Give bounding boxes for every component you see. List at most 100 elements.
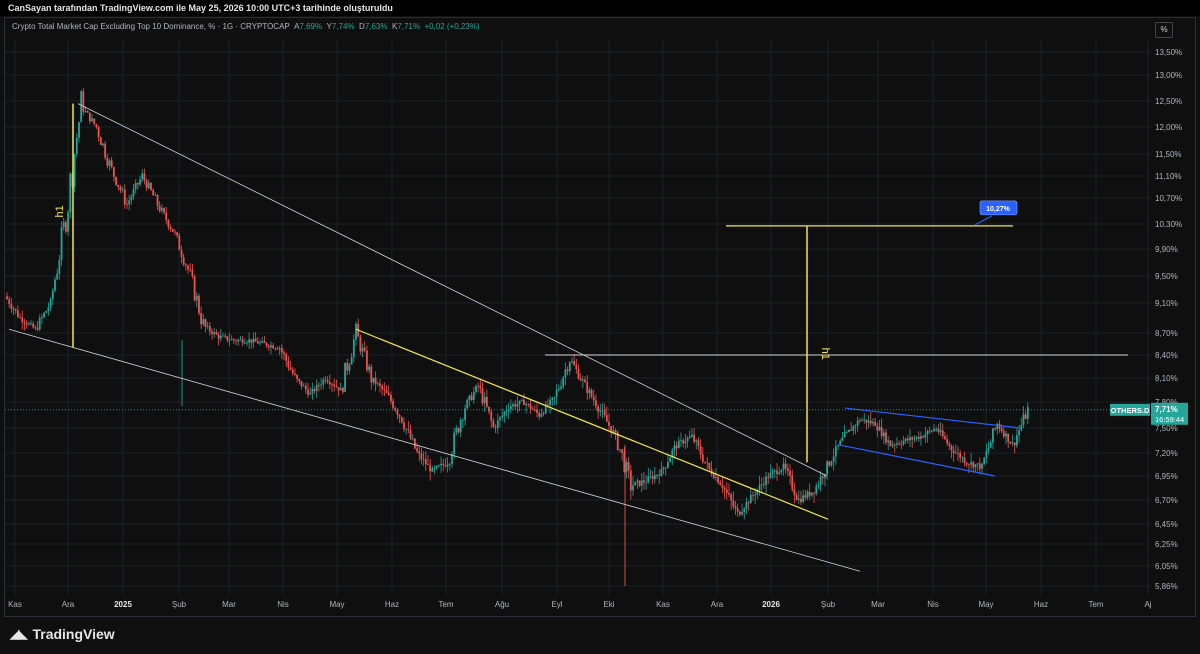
candle-body <box>551 397 554 400</box>
candle-body <box>481 387 484 404</box>
candle-body <box>627 462 630 471</box>
candle-body <box>178 235 181 251</box>
candle-body <box>896 443 898 445</box>
candle-body <box>143 173 146 181</box>
candle-body <box>110 160 113 168</box>
candle-body <box>1016 435 1018 446</box>
candle-body <box>383 389 386 391</box>
candle-body <box>287 360 290 368</box>
candle-body <box>289 367 292 370</box>
candle-body <box>749 494 752 504</box>
candle-body <box>691 434 693 437</box>
candle-body <box>791 475 794 490</box>
candle-body <box>762 484 765 486</box>
candle-body <box>25 323 28 325</box>
y-tick-label: 7,50% <box>1155 424 1178 433</box>
candle-body <box>653 475 656 480</box>
candle-body <box>6 296 8 300</box>
candle-body <box>132 188 135 197</box>
candle-body <box>366 350 368 371</box>
candle-body <box>475 385 477 393</box>
candle-body <box>246 342 248 344</box>
candle-body <box>91 118 93 122</box>
candle-body <box>566 369 569 372</box>
candle-body <box>413 438 416 449</box>
candle-body <box>509 406 512 410</box>
candle-body <box>202 319 205 325</box>
candle-body <box>307 389 309 395</box>
candle-body <box>256 341 259 344</box>
candle-body <box>433 468 436 469</box>
candle-body <box>529 404 532 409</box>
candle-body <box>479 385 482 388</box>
candle-body <box>304 385 307 390</box>
candle-body <box>974 464 977 468</box>
candle-body <box>152 189 155 196</box>
candle-body <box>996 423 999 430</box>
candle-body <box>187 265 189 270</box>
candle-body <box>684 441 687 444</box>
candle-body <box>1020 424 1023 431</box>
candle-body <box>418 451 421 454</box>
candle-body <box>992 428 994 443</box>
candle-body <box>891 444 894 447</box>
y-tick-label: 10,30% <box>1155 220 1182 229</box>
candle-body <box>424 459 427 465</box>
candle-body <box>265 343 268 346</box>
candle-body <box>708 462 711 469</box>
candle-body <box>427 464 429 465</box>
candle-body <box>915 436 918 439</box>
candle-body <box>73 153 76 187</box>
candle-body <box>701 454 704 462</box>
candle-body <box>767 476 770 478</box>
candle-body <box>23 322 26 324</box>
flagpole-label: h1 <box>54 205 66 217</box>
candle-body <box>453 432 456 454</box>
tradingview-logo[interactable]: ◢◣ TradingView <box>10 626 115 642</box>
candle-body <box>222 335 224 337</box>
candle-body <box>595 400 597 407</box>
candle-body <box>1022 414 1025 425</box>
candle-body <box>62 222 65 228</box>
candle-body <box>677 440 680 449</box>
candle-body <box>97 127 100 138</box>
candle-body <box>540 414 543 417</box>
candle-body <box>431 468 434 472</box>
candle-body <box>261 341 264 343</box>
candle-body <box>344 362 346 392</box>
candle-body <box>213 332 216 334</box>
candle-body <box>728 492 730 495</box>
candle-body <box>904 438 907 442</box>
candle-body <box>274 348 277 350</box>
candle-body <box>810 492 813 496</box>
candle-body <box>804 495 807 498</box>
candle-body <box>880 427 883 437</box>
candle-body <box>682 440 685 444</box>
candle-body <box>697 440 700 447</box>
candle-body <box>318 384 320 386</box>
x-tick-label: Eki <box>603 600 614 609</box>
candle-body <box>817 484 820 487</box>
candle-body <box>93 118 96 125</box>
candle-body <box>917 436 920 440</box>
candle-body <box>525 404 528 406</box>
candle-body <box>649 476 652 478</box>
candle-body <box>736 508 739 512</box>
candle-body <box>350 356 353 365</box>
candle-body <box>1013 442 1016 446</box>
candle-body <box>533 409 536 411</box>
candle-body <box>21 317 24 323</box>
candle-body <box>232 339 235 341</box>
candle-body <box>754 494 757 496</box>
y-tick-label: 13,50% <box>1155 48 1182 57</box>
candle-body <box>579 378 582 381</box>
candle-body <box>634 481 637 486</box>
candle-body <box>322 379 325 385</box>
candle-body <box>856 420 859 426</box>
x-tick-label: Tem <box>1088 600 1103 609</box>
candle-body <box>51 290 54 300</box>
candle-body <box>17 310 19 317</box>
candle-body <box>298 378 301 382</box>
candle-body <box>254 338 257 342</box>
candle-body <box>738 511 741 515</box>
